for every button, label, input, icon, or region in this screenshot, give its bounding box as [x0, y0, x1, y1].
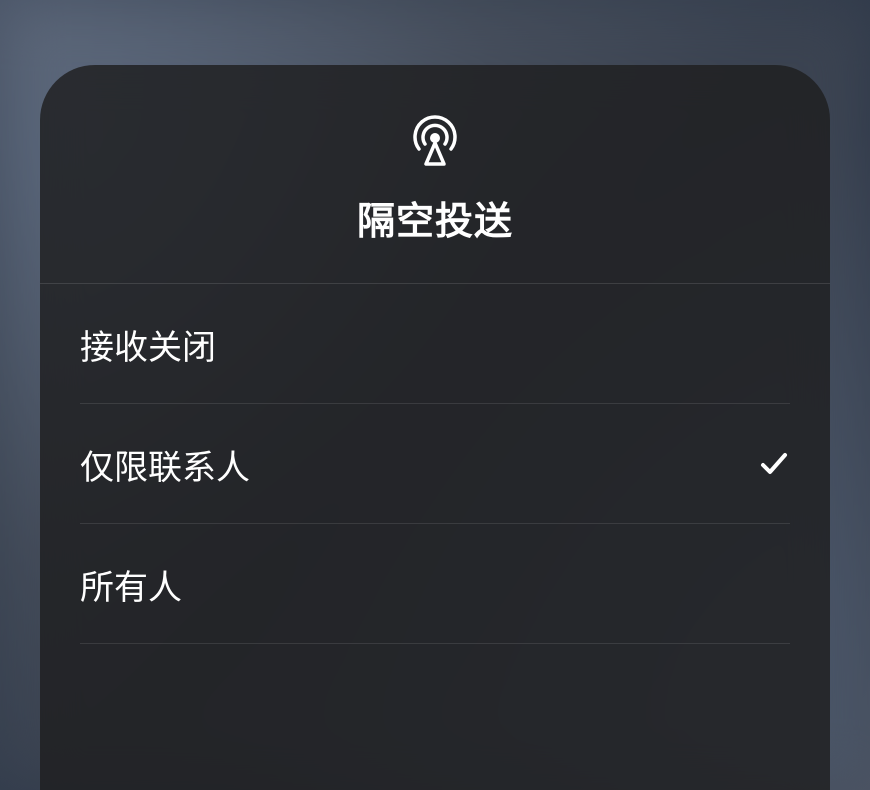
option-label: 仅限联系人	[80, 440, 250, 489]
checkmark-icon	[758, 448, 790, 480]
option-label: 所有人	[80, 560, 182, 609]
option-everyone[interactable]: 所有人	[40, 524, 830, 644]
panel-title: 隔空投送	[357, 190, 513, 245]
option-label: 接收关闭	[80, 320, 216, 369]
airdrop-settings-panel: 隔空投送 接收关闭 仅限联系人 所有人	[40, 65, 830, 790]
option-contacts-only[interactable]: 仅限联系人	[40, 404, 830, 524]
options-list: 接收关闭 仅限联系人 所有人	[40, 283, 830, 644]
option-receiving-off[interactable]: 接收关闭	[40, 284, 830, 404]
panel-header: 隔空投送	[40, 65, 830, 283]
airdrop-icon	[405, 110, 465, 170]
